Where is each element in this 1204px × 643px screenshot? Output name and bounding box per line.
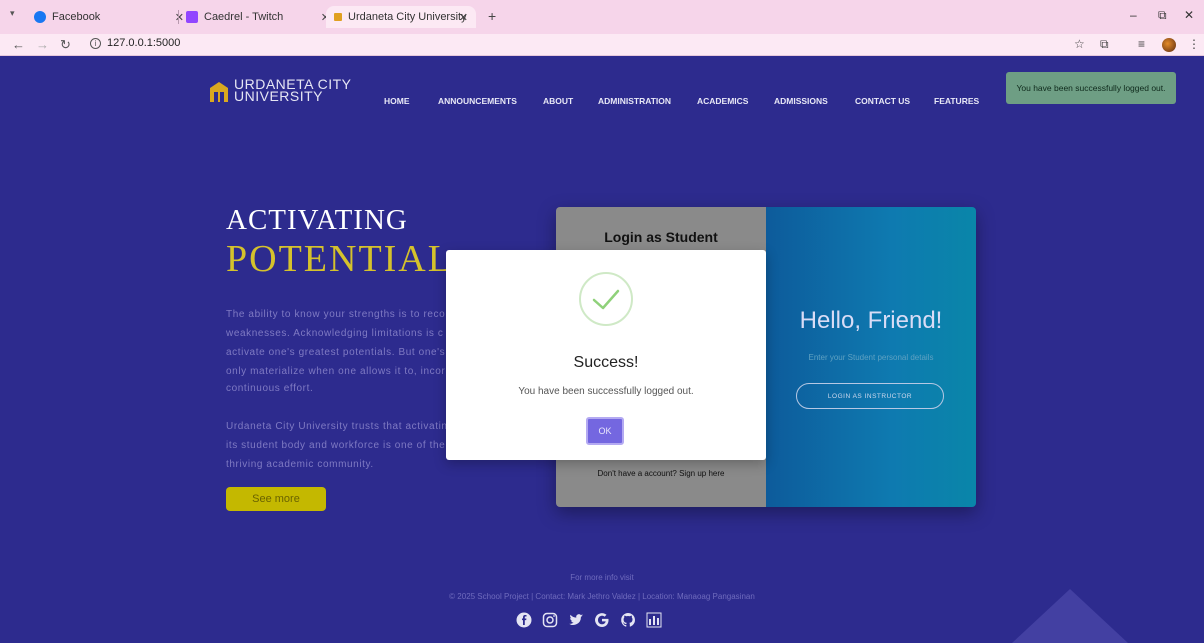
tab-label: Caedrel - Twitch [204,11,284,23]
hero-text-line: The ability to know your strengths is to… [226,309,446,320]
nav-features[interactable]: FEATURES [934,96,979,106]
url-field[interactable]: i 127.0.0.1:5000 [90,37,180,49]
footer-info: For more info visit [570,573,634,582]
url-text: 127.0.0.1:5000 [107,37,181,49]
nav-contact-us[interactable]: CONTACT US [855,96,910,106]
menu-dots-icon[interactable]: ⋮ [1188,37,1200,51]
logo-emblem-icon [208,80,230,104]
nav-announcements[interactable]: ANNOUNCEMENTS [438,96,517,106]
back-icon[interactable]: ← [12,37,25,52]
nav-home[interactable]: HOME [384,96,410,106]
google-icon[interactable] [592,612,612,632]
signup-link[interactable]: Don't have a account? Sign up here [556,469,766,478]
tab-label: Urdaneta City University [348,11,467,23]
bookmark-star-icon[interactable]: ☆ [1074,37,1085,51]
logo-line2: UNIVERSITY [234,88,324,104]
modal-message: You have been successfully logged out. [518,386,694,397]
hero-text-line: weaknesses. Acknowledging limitations is… [226,328,444,339]
facebook-icon [34,11,46,23]
tab-divider [178,10,179,24]
nav-administration[interactable]: ADMINISTRATION [598,96,671,106]
media-icon[interactable]: ≡ [1138,37,1145,51]
see-more-button[interactable]: See more [226,487,326,511]
browser-tab-bar: ▾ Facebook ✕ Caedrel - Twitch ✕ Urdaneta… [0,0,1204,34]
university-logo[interactable]: URDANETA CITY UNIVERSITY [208,77,351,106]
login-title: Login as Student [604,229,718,245]
extensions-icon[interactable]: ⧉ [1100,37,1109,52]
reload-icon[interactable]: ↻ [60,37,71,53]
facebook-icon[interactable] [514,612,534,632]
restore-icon[interactable]: ⧉ [1158,8,1167,23]
hero-text-line: thriving academic community. [226,459,374,470]
hero-text-line: Urdaneta City University trusts that act… [226,421,448,432]
hero-heading-line1: ACTIVATING [226,204,408,236]
new-tab-icon[interactable]: + [488,8,496,24]
ok-button[interactable]: OK [586,417,624,445]
logo-text: URDANETA CITY UNIVERSITY [234,77,351,106]
hello-heading: Hello, Friend! [799,307,943,334]
social-links [514,612,664,632]
site-info-icon[interactable]: i [90,37,101,49]
hero-heading-line2: POTENTIAL [226,238,453,280]
site-icon [334,13,342,21]
tab-twitch[interactable]: Caedrel - Twitch ✕ [186,6,330,28]
minimize-icon[interactable]: – [1130,8,1137,22]
hello-subtext: Enter your Student personal details [808,353,934,362]
hero-text-line: activate one's greatest potentials. But … [226,347,446,358]
tab-label: Facebook [52,11,101,23]
hero-text-line: its student body and workforce is one of… [226,440,446,451]
login-as-instructor-button[interactable]: LOGIN AS INSTRUCTOR [796,383,944,409]
nav-about[interactable]: ABOUT [543,96,573,106]
close-icon[interactable]: ✕ [175,11,184,24]
instagram-icon[interactable] [540,612,560,632]
address-bar: ← → ↻ i 127.0.0.1:5000 ☆ ⧉ ≡ ⋮ [0,34,1204,56]
stats-icon[interactable] [644,612,664,632]
profile-avatar[interactable] [1162,38,1176,52]
tab-list-icon[interactable]: ▾ [10,8,15,19]
twitch-icon [186,11,198,23]
nav-academics[interactable]: ACADEMICS [697,96,748,106]
forward-icon[interactable]: → [36,37,49,52]
success-check-icon [579,272,633,326]
twitter-icon[interactable] [566,612,586,632]
tab-facebook[interactable]: Facebook ✕ [34,6,184,28]
github-icon[interactable] [618,612,638,632]
nav-admissions[interactable]: ADMISSIONS [774,96,828,106]
modal-title: Success! [573,354,639,371]
close-icon[interactable]: ✕ [459,11,468,24]
success-modal: Success! You have been successfully logg… [446,250,766,460]
hero-text-line: continuous effort. [226,383,314,394]
logout-toast: You have been successfully logged out. [1006,72,1176,104]
footer-copyright: © 2025 School Project | Contact: Mark Je… [449,592,755,601]
tab-urdaneta[interactable]: Urdaneta City University ✕ [326,6,476,28]
window-close-icon[interactable]: ✕ [1184,8,1194,22]
welcome-panel: Hello, Friend! Enter your Student person… [766,207,976,507]
